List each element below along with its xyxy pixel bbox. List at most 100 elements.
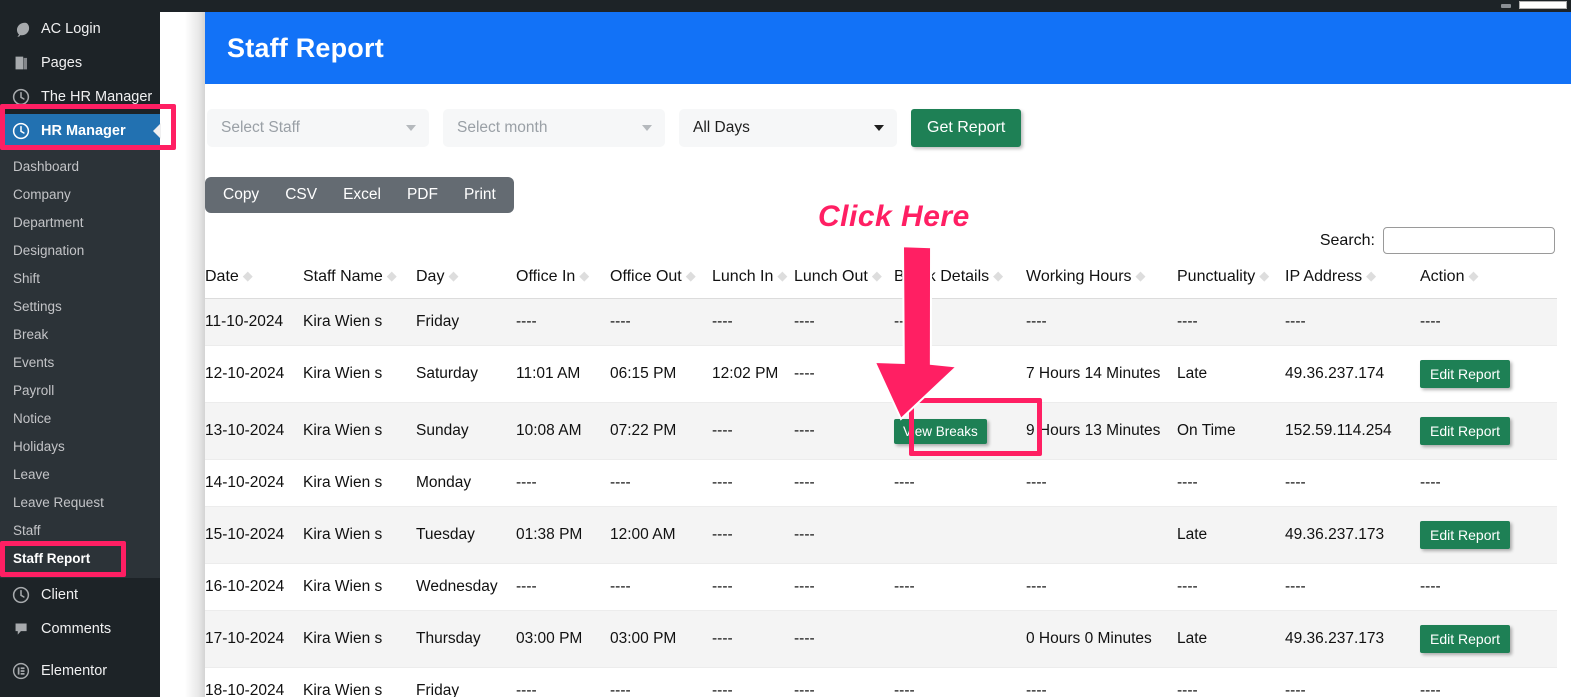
cell-office-out: ---- [610,459,712,507]
sidebar-item-label: The HR Manager [41,89,153,105]
cell-day: Friday [416,667,516,697]
cell-date: 13-10-2024 [205,402,303,460]
cell-action: Edit Report [1420,345,1557,403]
cell-punctuality: ---- [1177,563,1285,611]
export-print-button[interactable]: Print [451,177,509,213]
sidebar-item-client[interactable]: Client [0,578,160,612]
select-month-dropdown[interactable]: Select month [443,109,665,147]
edit-report-button[interactable]: Edit Report [1420,521,1511,549]
admin-bar-control [1519,1,1567,9]
submenu-item-settings[interactable]: Settings [0,292,160,320]
chevron-down-icon [874,125,884,131]
column-header-working-hours[interactable]: Working Hours ◆ [1026,262,1177,299]
sidebar-item-comments[interactable]: Comments [0,612,160,646]
cell-office-out: ---- [610,563,712,611]
submenu-item-events[interactable]: Events [0,348,160,376]
elementor-icon [10,661,32,681]
select-staff-dropdown[interactable]: Select Staff [207,109,429,147]
comment-icon [10,619,32,639]
sidebar-item-hr-manager[interactable]: HR Manager [0,114,161,148]
sort-diamond-icon: ◆ [871,268,882,283]
cell-lunch-out: ---- [794,459,894,507]
edit-report-button[interactable]: Edit Report [1420,417,1511,445]
pages-icon [10,53,32,73]
column-header-label: IP Address [1285,268,1363,285]
submenu-item-department[interactable]: Department [0,208,160,236]
cell-break-details: ---- [894,563,1026,611]
sidebar-item-elementor[interactable]: Elementor [0,654,160,688]
submenu-item-dashboard[interactable]: Dashboard [0,152,160,180]
cell-lunch-out: ---- [794,345,894,403]
sort-diamond-icon: ◆ [242,268,253,283]
cell-action: ---- [1420,459,1557,507]
cell-working-hours: 7 Hours 14 Minutes [1026,345,1177,403]
column-header-staff-name[interactable]: Staff Name ◆ [303,262,416,299]
submenu-item-payroll[interactable]: Payroll [0,376,160,404]
cell-punctuality: ---- [1177,459,1285,507]
cell-break-details: ---- [894,667,1026,697]
export-excel-button[interactable]: Excel [330,177,394,213]
cell-ip: 152.59.114.254 [1285,402,1420,460]
cell-office-out: ---- [610,667,712,697]
cell-lunch-in: ---- [712,667,794,697]
get-report-button[interactable]: Get Report [911,109,1022,147]
submenu-item-shift[interactable]: Shift [0,264,160,292]
export-csv-button[interactable]: CSV [272,177,330,213]
sidebar-item-pages[interactable]: Pages [0,46,160,80]
column-header-punctuality[interactable]: Punctuality ◆ [1177,262,1285,299]
page-banner: Staff Report [205,12,1571,84]
submenu-item-designation[interactable]: Designation [0,236,160,264]
edit-report-button[interactable]: Edit Report [1420,625,1511,653]
export-pdf-button[interactable]: PDF [394,177,451,213]
column-header-office-out[interactable]: Office Out ◆ [610,262,712,299]
cell-working-hours [1026,506,1177,564]
sort-diamond-icon: ◆ [448,268,459,283]
column-header-ip-address[interactable]: IP Address ◆ [1285,262,1420,299]
submenu-item-leave[interactable]: Leave [0,460,160,488]
cell-office-out: 03:00 PM [610,610,712,668]
column-header-action[interactable]: Action ◆ [1420,262,1557,299]
column-header-label: Action [1420,268,1465,285]
column-header-label: Staff Name [303,268,383,285]
select-days-dropdown[interactable]: All Days [679,109,897,147]
cell-ip: 49.36.237.173 [1285,610,1420,668]
select-month-value: Select month [457,119,548,136]
submenu-item-company[interactable]: Company [0,180,160,208]
cell-office-in: ---- [516,667,610,697]
export-copy-button[interactable]: Copy [210,177,272,213]
column-header-office-in[interactable]: Office In ◆ [516,262,610,299]
column-header-day[interactable]: Day ◆ [416,262,516,299]
column-header-date[interactable]: Date ◆ [205,262,303,299]
submenu-item-notice[interactable]: Notice [0,404,160,432]
clock-icon [10,121,32,141]
sidebar-item-the-hr-manager[interactable]: The HR Manager [0,80,160,114]
sort-diamond-icon: ◆ [579,268,590,283]
chevron-down-icon [642,125,652,131]
column-header-label: Office Out [610,268,682,285]
column-header-lunch-in[interactable]: Lunch In ◆ [712,262,794,299]
search-input[interactable] [1383,227,1555,254]
cell-office-out: ---- [610,298,712,346]
view-breaks-button[interactable]: View Breaks [894,418,987,444]
cell-lunch-out: ---- [794,563,894,611]
table-row: 16-10-2024 Kira Wien s Wednesday ---- ---- --… [205,563,1557,611]
cell-staff: Kira Wien s [303,610,416,668]
sidebar-item-ac-login[interactable]: AC Login [0,12,160,46]
submenu-item-holidays[interactable]: Holidays [0,432,160,460]
clock-icon [10,585,32,605]
submenu-item-staff[interactable]: Staff [0,516,160,544]
cell-lunch-out: ---- [794,506,894,564]
cell-staff: Kira Wien s [303,298,416,346]
submenu-item-staff-report[interactable]: Staff Report [0,544,160,572]
submenu-item-break[interactable]: Break [0,320,160,348]
cell-office-out: 12:00 AM [610,506,712,564]
cell-office-in: 03:00 PM [516,610,610,668]
edit-report-button[interactable]: Edit Report [1420,360,1511,388]
cell-staff: Kira Wien s [303,345,416,403]
cell-punctuality: Late [1177,506,1285,564]
column-header-lunch-out[interactable]: Lunch Out ◆ [794,262,894,299]
submenu-item-leave-request[interactable]: Leave Request [0,488,160,516]
cell-punctuality: Late [1177,345,1285,403]
column-header-break-details[interactable]: Break Details ◆ [894,262,1026,299]
column-header-label: Lunch In [712,268,774,285]
